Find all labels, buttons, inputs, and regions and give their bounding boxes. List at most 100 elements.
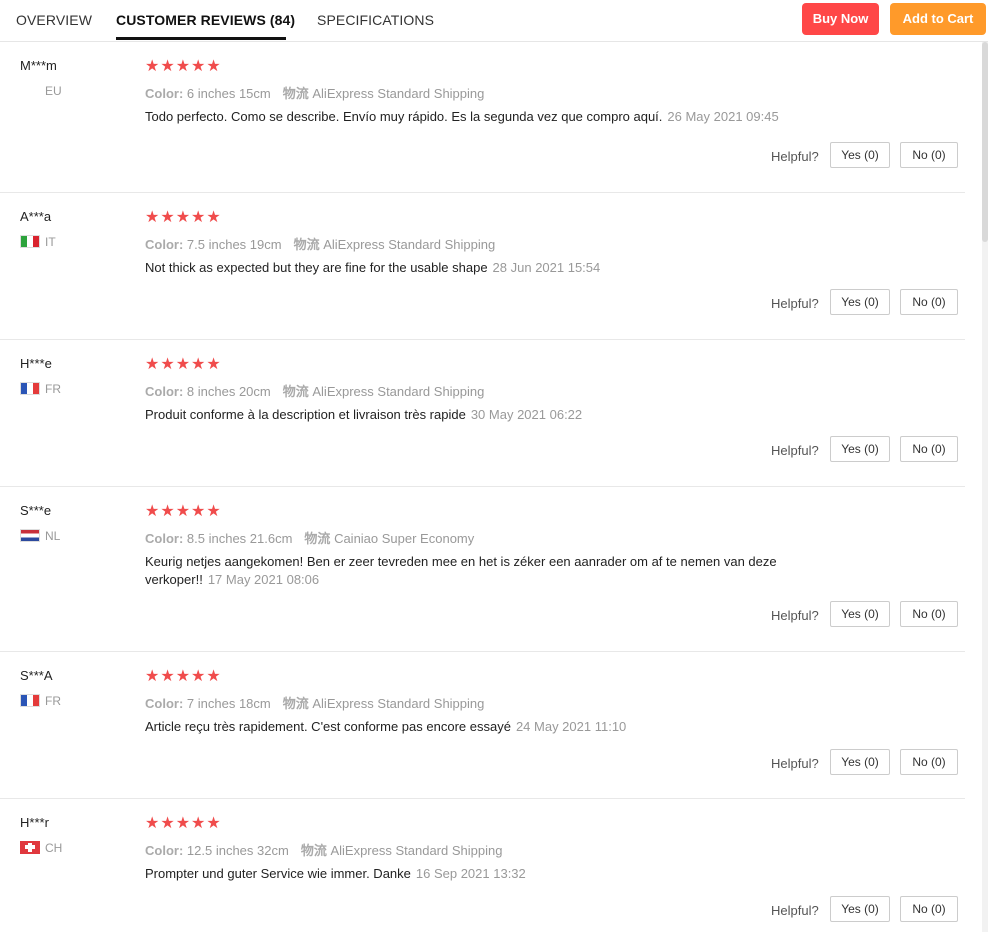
review-item: S***A FR ★★★★★ Color: 7 inches 18cm 物流 Al…: [0, 652, 965, 799]
review-date: 24 May 2021 11:10: [515, 719, 627, 734]
star-rating: ★★★★★: [145, 668, 222, 685]
shipping-value: Cainiao Super Economy: [334, 531, 475, 546]
reviewer-country: IT: [20, 235, 56, 249]
netherlands-flag-icon: [20, 529, 40, 542]
review-body: Article reçu très rapidement. C'est conf…: [145, 719, 511, 734]
review-date: 16 Sep 2021 13:32: [415, 866, 526, 881]
review-meta: Color: 8 inches 20cm 物流 AliExpress Standa…: [145, 381, 484, 400]
star-rating: ★★★★★: [145, 503, 222, 520]
review-text: Article reçu très rapidement. C'est conf…: [145, 718, 825, 736]
tab-overview[interactable]: OVERVIEW: [16, 12, 92, 28]
color-label: Color:: [145, 86, 184, 101]
review-meta: Color: 6 inches 15cm 物流 AliExpress Standa…: [145, 83, 484, 102]
helpful-label: Helpful?: [771, 296, 819, 311]
shipping-label: 物流: [282, 696, 309, 711]
review-text: Not thick as expected but they are fine …: [145, 259, 825, 277]
star-rating: ★★★★★: [145, 815, 222, 832]
color-value: 8 inches 20cm: [186, 384, 271, 399]
helpful-yes-button[interactable]: Yes (0): [830, 749, 890, 775]
reviewer-country: FR: [20, 694, 61, 708]
shipping-value: AliExpress Standard Shipping: [312, 696, 485, 711]
helpful-label: Helpful?: [771, 443, 819, 458]
helpful-no-button[interactable]: No (0): [900, 142, 958, 168]
country-code: FR: [45, 382, 61, 396]
color-label: Color:: [145, 531, 184, 546]
color-label: Color:: [145, 237, 184, 252]
tab-customer-reviews[interactable]: CUSTOMER REVIEWS (84): [116, 12, 295, 28]
review-text: Prompter und guter Service wie immer. Da…: [145, 865, 825, 883]
color-label: Color:: [145, 384, 184, 399]
color-value: 7 inches 18cm: [186, 696, 271, 711]
shipping-value: AliExpress Standard Shipping: [330, 843, 503, 858]
helpful-label: Helpful?: [771, 608, 819, 623]
review-item: H***r CH ★★★★★ Color: 12.5 inches 32cm 物流…: [0, 799, 965, 932]
helpful-label: Helpful?: [771, 756, 819, 771]
product-tab-bar: OVERVIEW CUSTOMER REVIEWS (84) SPECIFICA…: [0, 0, 988, 42]
review-body: Produit conforme à la description et liv…: [145, 407, 466, 422]
reviewer-name: S***e: [20, 503, 52, 518]
france-flag-icon: [20, 382, 40, 395]
helpful-yes-button[interactable]: Yes (0): [830, 896, 890, 922]
color-label: Color:: [145, 843, 184, 858]
switzerland-flag-icon: [20, 841, 40, 854]
scrollbar[interactable]: [982, 42, 988, 932]
reviewer-country: FR: [20, 382, 61, 396]
italy-flag-icon: [20, 235, 40, 248]
helpful-no-button[interactable]: No (0): [900, 436, 958, 462]
star-rating: ★★★★★: [145, 356, 222, 373]
review-item: M***m EU ★★★★★ Color: 6 inches 15cm 物流 Al…: [0, 42, 965, 193]
active-tab-indicator: [116, 37, 286, 40]
helpful-label: Helpful?: [771, 149, 819, 164]
helpful-yes-button[interactable]: Yes (0): [830, 142, 890, 168]
review-meta: Color: 12.5 inches 32cm 物流 AliExpress Sta…: [145, 840, 502, 859]
review-item: A***a IT ★★★★★ Color: 7.5 inches 19cm 物流 …: [0, 193, 965, 340]
color-value: 8.5 inches 21.6cm: [186, 531, 293, 546]
country-code: EU: [45, 84, 62, 98]
buy-now-button[interactable]: Buy Now: [802, 3, 879, 35]
reviewer-country: CH: [20, 841, 62, 855]
country-code: IT: [45, 235, 56, 249]
review-item: H***e FR ★★★★★ Color: 8 inches 20cm 物流 Al…: [0, 340, 965, 487]
reviewer-name: H***e: [20, 356, 52, 371]
shipping-label: 物流: [282, 384, 309, 399]
review-date: 17 May 2021 08:06: [207, 572, 320, 587]
france-flag-icon: [20, 694, 40, 707]
country-code: CH: [45, 841, 63, 855]
reviewer-name: S***A: [20, 668, 53, 683]
shipping-label: 物流: [293, 237, 320, 252]
helpful-yes-button[interactable]: Yes (0): [830, 289, 890, 315]
color-label: Color:: [145, 696, 184, 711]
scroll-thumb[interactable]: [982, 42, 988, 242]
review-body: Prompter und guter Service wie immer. Da…: [145, 866, 411, 881]
helpful-no-button[interactable]: No (0): [900, 896, 958, 922]
helpful-no-button[interactable]: No (0): [900, 601, 958, 627]
review-meta: Color: 7.5 inches 19cm 物流 AliExpress Stan…: [145, 234, 495, 253]
color-value: 12.5 inches 32cm: [186, 843, 289, 858]
star-rating: ★★★★★: [145, 58, 222, 75]
helpful-label: Helpful?: [771, 903, 819, 918]
helpful-no-button[interactable]: No (0): [900, 749, 958, 775]
reviewer-name: H***r: [20, 815, 49, 830]
country-code: NL: [45, 529, 61, 543]
tab-specifications[interactable]: SPECIFICATIONS: [317, 12, 434, 28]
helpful-yes-button[interactable]: Yes (0): [830, 436, 890, 462]
shipping-label: 物流: [300, 843, 327, 858]
shipping-label: 物流: [304, 531, 331, 546]
country-code: FR: [45, 694, 61, 708]
shipping-value: AliExpress Standard Shipping: [312, 384, 485, 399]
review-meta: Color: 7 inches 18cm 物流 AliExpress Standa…: [145, 693, 484, 712]
shipping-value: AliExpress Standard Shipping: [323, 237, 496, 252]
review-text: Keurig netjes aangekomen! Ben er zeer te…: [145, 553, 815, 589]
add-to-cart-button[interactable]: Add to Cart: [890, 3, 986, 35]
star-rating: ★★★★★: [145, 209, 222, 226]
shipping-value: AliExpress Standard Shipping: [312, 86, 485, 101]
shipping-label: 物流: [282, 86, 309, 101]
helpful-yes-button[interactable]: Yes (0): [830, 601, 890, 627]
reviewer-name: A***a: [20, 209, 52, 224]
reviewer-country: EU: [20, 84, 62, 98]
color-value: 7.5 inches 19cm: [186, 237, 282, 252]
eu-flag-icon: [20, 84, 40, 97]
review-text: Produit conforme à la description et liv…: [145, 406, 825, 424]
helpful-no-button[interactable]: No (0): [900, 289, 958, 315]
review-date: 28 Jun 2021 15:54: [492, 260, 601, 275]
